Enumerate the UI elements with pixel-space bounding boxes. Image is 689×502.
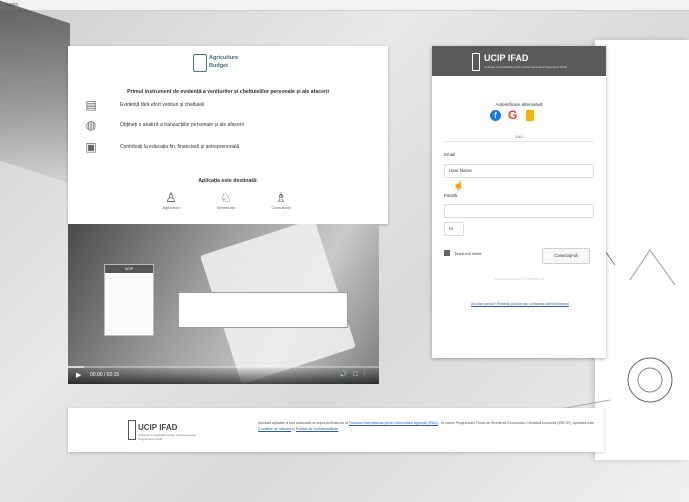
divider: [444, 141, 594, 142]
footer-link-privacy[interactable]: Politica de confidențialitate: [296, 427, 339, 431]
role-label: Agricultori: [162, 206, 180, 210]
login-button[interactable]: Conectați-vă: [542, 248, 590, 264]
footer-note: Aceastã aplicatie a fost elaboratã cu su…: [258, 420, 598, 432]
video-time: 00:00 / 02:15: [90, 372, 120, 378]
role-label: Consultanți: [271, 206, 291, 210]
roles-row: ♙ Agricultori ♘ Beneficiari ♗ Consultanț…: [156, 190, 302, 220]
language-select[interactable]: ro: [444, 222, 464, 236]
mgov-sign-icon[interactable]: [526, 110, 534, 121]
footer-note-mid: , în cadrul Programului Rural de Rezilie…: [439, 421, 594, 425]
video-controls: ▶ 00:00 / 02:15 🔊⛶⋮: [68, 366, 379, 384]
feature-text: Obțineți o analiză a tranzacțiilor perso…: [120, 122, 244, 128]
apply-title: Aplicația este destinată:: [198, 178, 258, 184]
video-screen-title: UCIP: [105, 265, 153, 273]
farmer-icon: ♙: [165, 190, 177, 205]
login-card: UCIP IFAD Unitatea Consolidată pentru Im…: [432, 46, 606, 358]
consultant-icon: ♗: [275, 190, 287, 205]
remember-checkbox[interactable]: [444, 250, 450, 256]
feature-item: ▤ Evidență fără efort venituri și cheltu…: [84, 98, 374, 114]
footer-bar: UCIP IFAD Unitatea Consolidată pentru Im…: [68, 408, 604, 452]
window-titlebar: Login: [0, 0, 689, 11]
video-tablet-screen: UCIP: [104, 264, 154, 336]
cash-register-icon: ▣: [85, 140, 97, 154]
login-header-sub: Unitatea Consolidată pentru Implementare…: [484, 65, 567, 69]
footer-link-terms[interactable]: Condițiile de utilizare: [258, 427, 291, 431]
video-player[interactable]: UCIP ▶ 00:00 / 02:15 🔊⛶⋮: [68, 224, 379, 384]
feature-text: Evidență fără efort venituri și cheltuie…: [120, 102, 205, 108]
brand-line-2: Budget: [209, 63, 228, 69]
remember-label: Țineți-mă minte: [454, 251, 482, 256]
alt-auth-label: Autentificare alternativă: [495, 102, 543, 107]
play-icon[interactable]: ▶: [76, 371, 81, 379]
footer-note-suffix: și: [292, 427, 295, 431]
role-label: Beneficiari: [217, 206, 235, 210]
facebook-icon[interactable]: f: [490, 110, 501, 121]
promo-panel: Agriculture Budget Primul instrument de …: [68, 46, 388, 224]
mouse-cursor-icon: ☝: [453, 180, 465, 190]
building-icon: [472, 53, 480, 71]
email-label: Email: [444, 152, 456, 157]
google-icon[interactable]: G: [508, 108, 517, 122]
role-item: ♘ Beneficiari: [211, 190, 241, 210]
ucip-ifad-footer-logo: UCIP IFAD Unitatea Consolidată pentru Im…: [128, 420, 198, 441]
forgot-password-link[interactable]: Ați uitat parola? Resetați parola sau co…: [450, 302, 590, 306]
role-item: ♗ Consultanți: [266, 190, 296, 210]
feature-item: ▣ Contribuiți la educația fin. financiar…: [84, 140, 374, 156]
login-header: UCIP IFAD Unitatea Consolidată pentru Im…: [432, 46, 606, 76]
password-field[interactable]: [444, 204, 594, 218]
or-label: SAU: [514, 134, 524, 139]
feature-text: Contribuiți la educația fin. financiară …: [120, 144, 240, 150]
feature-item: ◍ Obțineți o analiză a tranzacțiilor per…: [84, 118, 374, 134]
tagline: Primul instrument de evidență a venituri…: [127, 89, 329, 95]
register-hint: Dacă nu aveți cont, înregistrați-vă: [493, 277, 545, 281]
footer-logo-sub: Unitatea Consolidată pentru Implementare…: [138, 433, 197, 441]
email-field[interactable]: User Name: [444, 164, 594, 178]
businessman-icon: ♘: [220, 190, 232, 205]
app-window: Login Agriculture Budget Primul instrume…: [0, 0, 689, 502]
background-laptop-photo: [0, 0, 70, 184]
agriculture-budget-logo: Agriculture Budget: [193, 52, 265, 74]
role-item: ♙ Agricultori: [156, 190, 186, 210]
footer-logo-text: UCIP IFAD: [138, 423, 178, 432]
video-overlay-box[interactable]: [178, 292, 348, 328]
social-login-row: f G: [490, 108, 550, 124]
piggy-bank-icon: ◍: [85, 118, 97, 132]
password-label: Parolă: [444, 193, 458, 198]
footer-note-prefix: Aceastã aplicatie a fost elaboratã cu su…: [258, 421, 348, 425]
brand-line-1: Agriculture: [209, 55, 239, 61]
leaf-icon: [193, 54, 207, 72]
volume-fullscreen-icons[interactable]: 🔊⛶⋮: [340, 371, 371, 379]
login-header-title: UCIP IFAD: [484, 53, 529, 63]
building-icon: [128, 420, 136, 440]
documents-icon: ▤: [85, 98, 97, 112]
footer-link-ifad[interactable]: Fondului Internațional pentru Dezvoltare…: [349, 421, 438, 425]
